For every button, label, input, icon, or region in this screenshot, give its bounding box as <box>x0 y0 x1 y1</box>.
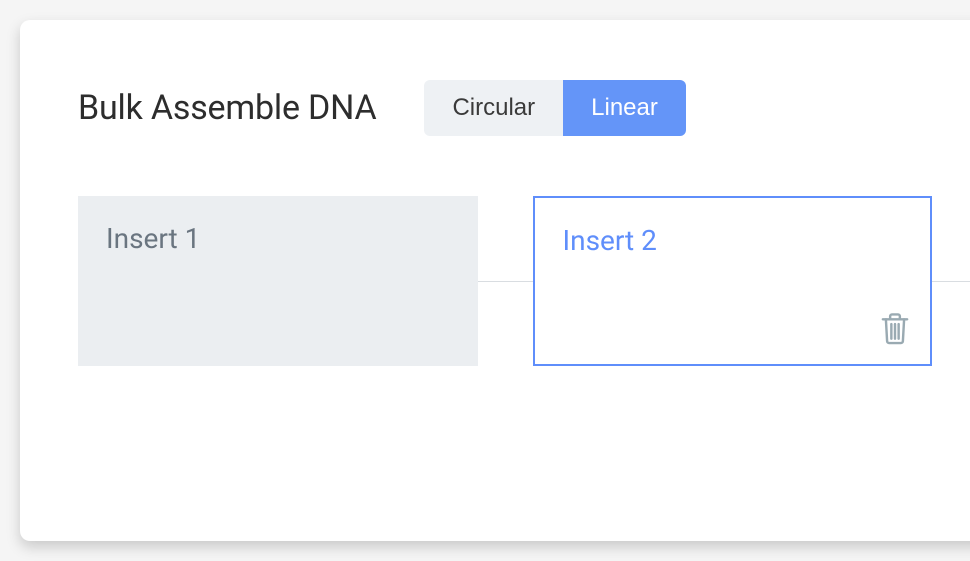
insert-card-1[interactable]: Insert 1 <box>78 196 478 366</box>
inserts-row: Insert 1 Insert 2 <box>78 196 932 366</box>
header-row: Bulk Assemble DNA Circular Linear <box>78 80 932 136</box>
insert-label: Insert 1 <box>106 222 450 255</box>
bulk-assemble-panel: Bulk Assemble DNA Circular Linear Insert… <box>20 20 970 541</box>
trash-icon[interactable] <box>880 312 910 346</box>
topology-linear-button[interactable]: Linear <box>563 80 686 136</box>
insert-card-2[interactable]: Insert 2 <box>533 196 933 366</box>
page-title: Bulk Assemble DNA <box>78 88 376 128</box>
topology-toggle: Circular Linear <box>424 80 685 136</box>
topology-circular-button[interactable]: Circular <box>424 80 563 136</box>
insert-label: Insert 2 <box>563 224 903 257</box>
